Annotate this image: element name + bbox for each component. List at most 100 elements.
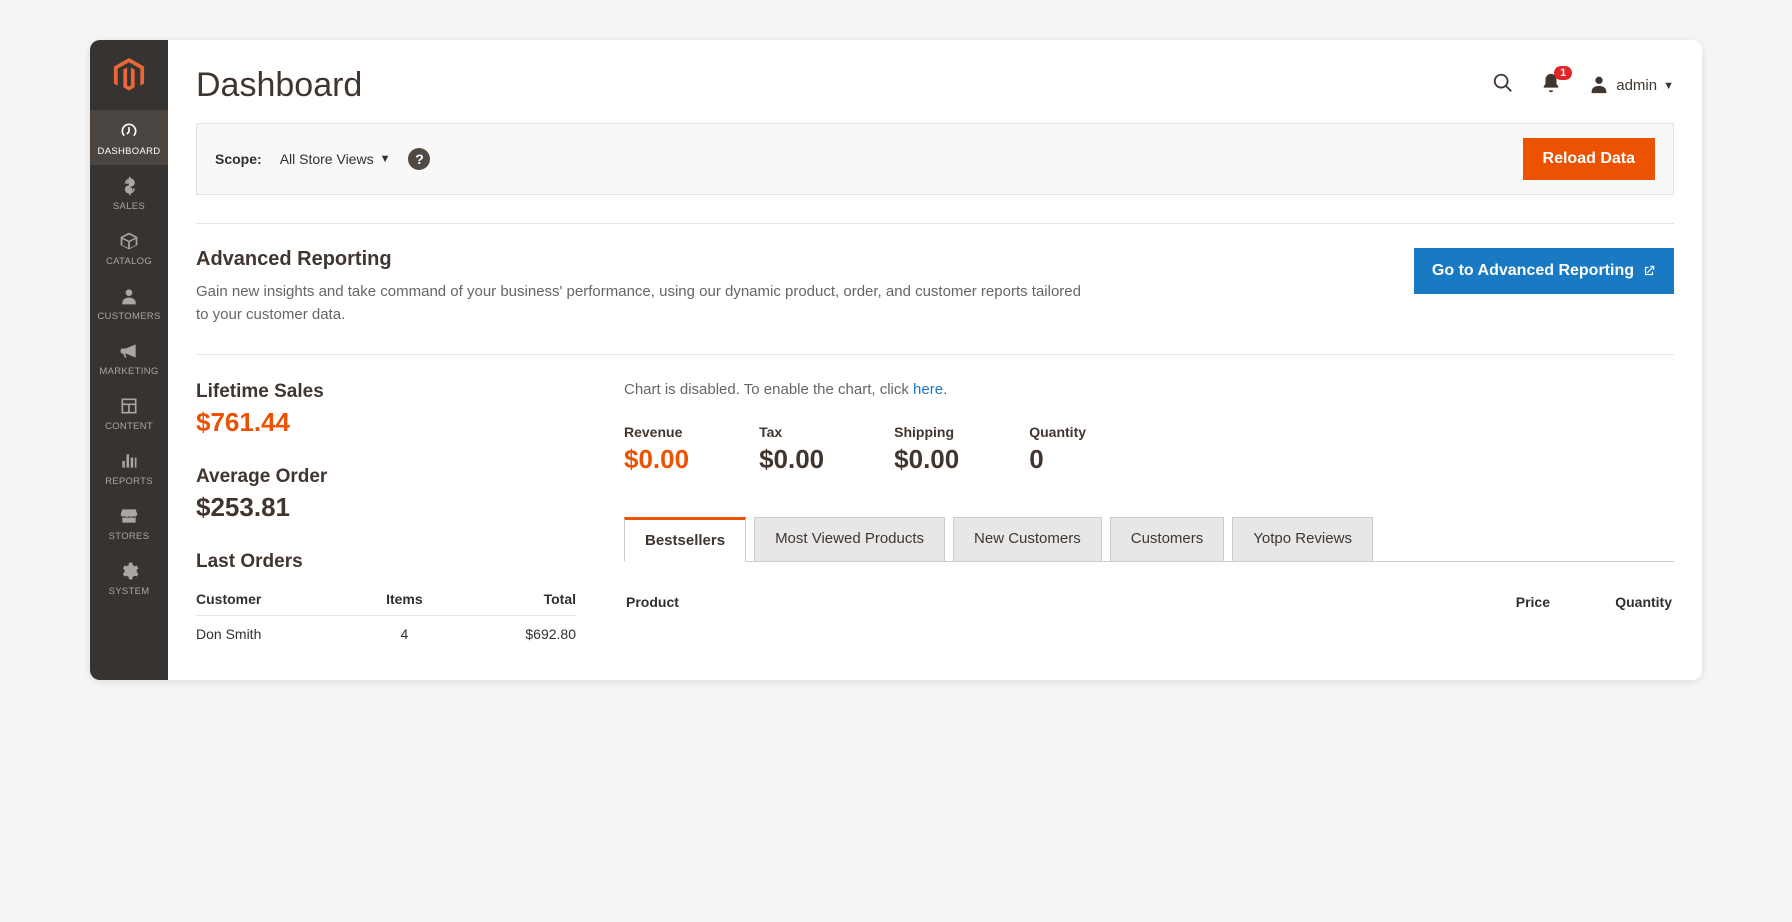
stat-value: 0 <box>1029 444 1086 475</box>
stat-value: $0.00 <box>624 444 689 475</box>
lifetime-sales-block: Lifetime Sales $761.44 <box>196 381 576 438</box>
tab-most-viewed[interactable]: Most Viewed Products <box>754 517 945 561</box>
button-label: Go to Advanced Reporting <box>1432 262 1634 280</box>
right-column: Chart is disabled. To enable the chart, … <box>624 381 1674 652</box>
average-order-value: $253.81 <box>196 492 576 523</box>
col-quantity: Quantity <box>1552 584 1672 620</box>
sidebar-item-system[interactable]: SYSTEM <box>90 550 168 605</box>
average-order-block: Average Order $253.81 <box>196 466 576 523</box>
lifetime-sales-label: Lifetime Sales <box>196 381 576 403</box>
stat-value: $0.00 <box>894 444 959 475</box>
tab-bestsellers[interactable]: Bestsellers <box>624 517 746 562</box>
sidebar-item-marketing[interactable]: MARKETING <box>90 330 168 385</box>
tab-customers[interactable]: Customers <box>1110 517 1225 561</box>
bar-chart-icon <box>119 450 139 472</box>
col-product: Product <box>626 584 1428 620</box>
stat-quantity: Quantity 0 <box>1029 424 1086 475</box>
stat-revenue: Revenue $0.00 <box>624 424 689 475</box>
tab-content: Product Price Quantity <box>624 562 1674 642</box>
sidebar-item-dashboard[interactable]: DASHBOARD <box>90 110 168 165</box>
sidebar-item-label: CATALOG <box>106 256 152 267</box>
sidebar-item-content[interactable]: CONTENT <box>90 385 168 440</box>
user-menu[interactable]: admin ▼ <box>1588 73 1674 99</box>
chevron-down-icon: ▼ <box>380 153 391 165</box>
tab-new-customers[interactable]: New Customers <box>953 517 1102 561</box>
advanced-reporting-section: Advanced Reporting Gain new insights and… <box>196 248 1674 326</box>
page-title: Dashboard <box>196 66 362 105</box>
app-window: DASHBOARD SALES CATALOG CUSTOMERS MARKET… <box>90 40 1702 680</box>
sidebar-item-label: REPORTS <box>105 476 153 487</box>
top-actions: 1 admin ▼ <box>1492 72 1674 99</box>
box-icon <box>119 230 139 252</box>
topbar: Dashboard 1 admin ▼ <box>196 40 1674 123</box>
sidebar-item-label: SYSTEM <box>109 586 150 597</box>
help-icon[interactable]: ? <box>408 148 430 170</box>
advanced-reporting-desc: Gain new insights and take command of yo… <box>196 281 1096 326</box>
scope-bar: Scope: All Store Views ▼ ? Reload Data <box>196 123 1674 195</box>
chart-msg-suffix: . <box>943 381 947 398</box>
user-icon <box>1588 73 1610 99</box>
sidebar-item-catalog[interactable]: CATALOG <box>90 220 168 275</box>
sidebar-item-customers[interactable]: CUSTOMERS <box>90 275 168 330</box>
stat-value: $0.00 <box>759 444 824 475</box>
dashboard-tabs: Bestsellers Most Viewed Products New Cus… <box>624 517 1674 562</box>
stats-row: Lifetime Sales $761.44 Average Order $25… <box>196 381 1674 652</box>
advanced-reporting-title: Advanced Reporting <box>196 248 1096 271</box>
divider <box>196 354 1674 355</box>
content-icon <box>119 395 139 417</box>
table-row[interactable]: Don Smith 4 $692.80 <box>196 616 576 653</box>
notification-badge: 1 <box>1554 66 1572 80</box>
notifications-button[interactable]: 1 <box>1540 72 1562 99</box>
last-orders-title: Last Orders <box>196 551 576 573</box>
external-link-icon <box>1642 264 1656 278</box>
reload-data-button[interactable]: Reload Data <box>1523 138 1655 180</box>
store-icon <box>119 505 139 527</box>
col-price: Price <box>1430 584 1550 620</box>
dashboard-icon <box>119 120 139 142</box>
cell-total: $692.80 <box>450 616 576 653</box>
chart-msg-prefix: Chart is disabled. To enable the chart, … <box>624 381 913 398</box>
chevron-down-icon: ▼ <box>1663 80 1674 92</box>
sidebar-item-stores[interactable]: STORES <box>90 495 168 550</box>
sidebar-item-label: DASHBOARD <box>98 146 161 157</box>
enable-chart-link[interactable]: here <box>913 381 943 398</box>
sidebar-item-label: CONTENT <box>105 421 153 432</box>
chart-disabled-message: Chart is disabled. To enable the chart, … <box>624 381 1674 398</box>
dollar-icon <box>119 175 139 197</box>
stat-label: Shipping <box>894 424 959 440</box>
last-orders-table: Customer Items Total Don Smith 4 $692.80 <box>196 583 576 652</box>
sidebar-item-label: SALES <box>113 201 145 212</box>
bestsellers-table: Product Price Quantity <box>624 582 1674 622</box>
scope-left: Scope: All Store Views ▼ ? <box>215 148 430 170</box>
admin-sidebar: DASHBOARD SALES CATALOG CUSTOMERS MARKET… <box>90 40 168 680</box>
stat-label: Quantity <box>1029 424 1086 440</box>
tab-yotpo-reviews[interactable]: Yotpo Reviews <box>1232 517 1373 561</box>
bell-icon <box>1540 81 1562 98</box>
megaphone-icon <box>119 340 139 362</box>
sidebar-item-label: CUSTOMERS <box>97 311 160 322</box>
sidebar-item-reports[interactable]: REPORTS <box>90 440 168 495</box>
magento-logo[interactable] <box>90 40 168 110</box>
cell-customer: Don Smith <box>196 616 359 653</box>
person-icon <box>119 285 139 307</box>
gear-icon <box>119 560 139 582</box>
scope-value: All Store Views <box>280 151 374 167</box>
sidebar-item-label: MARKETING <box>99 366 158 377</box>
scope-dropdown[interactable]: All Store Views ▼ <box>280 151 391 167</box>
go-to-advanced-reporting-button[interactable]: Go to Advanced Reporting <box>1414 248 1674 294</box>
sidebar-item-sales[interactable]: SALES <box>90 165 168 220</box>
col-customer: Customer <box>196 583 359 616</box>
stat-shipping: Shipping $0.00 <box>894 424 959 475</box>
average-order-label: Average Order <box>196 466 576 488</box>
divider <box>196 223 1674 224</box>
cell-items: 4 <box>359 616 450 653</box>
lifetime-sales-value: $761.44 <box>196 407 576 438</box>
col-items: Items <box>359 583 450 616</box>
user-name: admin <box>1616 77 1657 94</box>
stat-label: Tax <box>759 424 824 440</box>
sidebar-item-label: STORES <box>109 531 150 542</box>
search-icon[interactable] <box>1492 72 1514 99</box>
advanced-reporting-text: Advanced Reporting Gain new insights and… <box>196 248 1096 326</box>
last-orders-section: Last Orders Customer Items Total Don Smi… <box>196 551 576 652</box>
main-content: Dashboard 1 admin ▼ Scope: All Store Vie… <box>168 40 1702 680</box>
